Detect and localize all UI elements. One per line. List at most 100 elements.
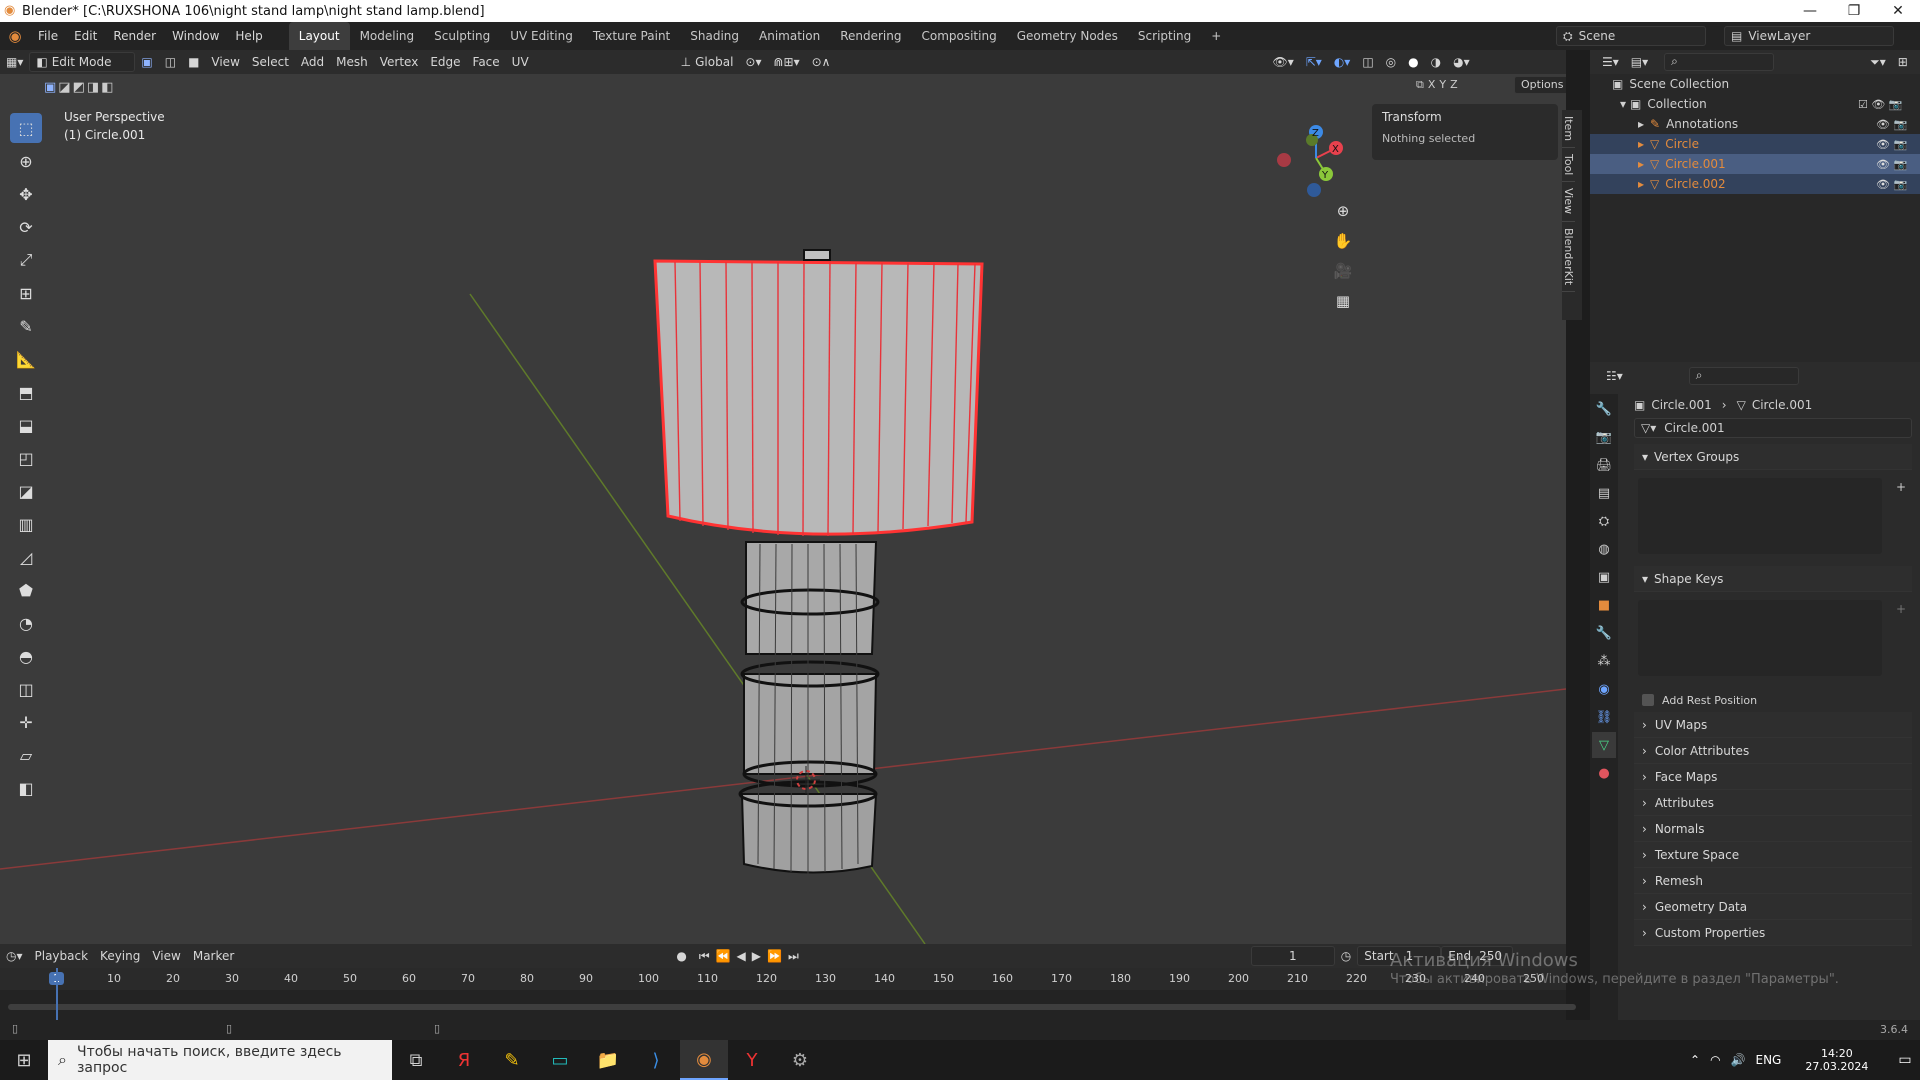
tab-view[interactable]: View <box>1562 182 1575 222</box>
panel-texture-space[interactable]: › Texture Space <box>1634 842 1912 868</box>
extrude-tool-icon[interactable]: ⬓ <box>10 410 42 440</box>
physics-tab-icon[interactable]: ◉ <box>1592 676 1616 702</box>
move-tool-icon[interactable]: ✥ <box>10 179 42 209</box>
outliner-item-circle-002[interactable]: ▸ ▽ Circle.002 👁 📷 <box>1590 174 1920 194</box>
expand-icon[interactable]: ▸ <box>1638 117 1644 131</box>
collection-tab-icon[interactable]: ▣ <box>1592 564 1616 590</box>
loop-cut-tool-icon[interactable]: ▥ <box>10 509 42 539</box>
tab-rendering[interactable]: Rendering <box>830 22 911 50</box>
orientation-selector[interactable]: ⊥ Global <box>675 52 740 72</box>
notifications-icon[interactable]: ▭ <box>1898 1052 1911 1068</box>
menu-render[interactable]: Render <box>105 22 164 50</box>
rotate-tool-icon[interactable]: ⟳ <box>10 212 42 242</box>
add-rest-position-checkbox[interactable] <box>1642 694 1654 706</box>
view-layer-tab-icon[interactable]: ▤ <box>1592 480 1616 506</box>
tab-shading[interactable]: Shading <box>680 22 749 50</box>
menu-edit[interactable]: Edit <box>66 22 105 50</box>
panel-uv-maps[interactable]: › UV Maps <box>1634 712 1912 738</box>
timeline-track[interactable] <box>0 990 1576 1010</box>
expand-icon[interactable]: ▸ <box>1638 157 1644 171</box>
taskbar-search-box[interactable]: ⌕ Чтобы начать поиск, введите здесь запр… <box>48 1040 392 1080</box>
cursor-tool-icon[interactable]: ⊕ <box>10 146 42 176</box>
clock[interactable]: 14:20 27.03.2024 <box>1805 1047 1868 1073</box>
timeline-editor-icon[interactable]: ◷▾ <box>0 946 29 966</box>
zoom-icon[interactable]: ⊕ <box>1330 196 1356 226</box>
panel-geometry-data[interactable]: › Geometry Data <box>1634 894 1912 920</box>
outliner-collection[interactable]: ▾ ▣ Collection ☑ 👁 📷 <box>1590 94 1920 114</box>
gizmo-toggle-icon[interactable]: ⇱▾ <box>1300 52 1328 72</box>
panel-remesh[interactable]: › Remesh <box>1634 868 1912 894</box>
panel-custom-properties[interactable]: › Custom Properties <box>1634 920 1912 946</box>
tab-texture-paint[interactable]: Texture Paint <box>583 22 680 50</box>
tab-modeling[interactable]: Modeling <box>350 22 425 50</box>
display-mode-icon[interactable]: ▤▾ <box>1625 52 1654 72</box>
timeline-scrollbar[interactable] <box>8 1004 1576 1010</box>
menu-select[interactable]: Select <box>246 52 295 72</box>
pan-hand-icon[interactable]: ✋ <box>1330 226 1356 256</box>
mesh-data-tab-icon[interactable]: ▽ <box>1592 732 1616 758</box>
tab-scripting[interactable]: Scripting <box>1128 22 1201 50</box>
outliner-item-circle-001[interactable]: ▸ ▽ Circle.001 👁 📷 <box>1590 154 1920 174</box>
tab-uv-editing[interactable]: UV Editing <box>500 22 583 50</box>
shrink-fatten-tool-icon[interactable]: ✛ <box>10 707 42 737</box>
vertex-groups-panel[interactable]: ▾ Vertex Groups <box>1634 444 1912 470</box>
axis-x-button[interactable]: X <box>1428 78 1436 92</box>
transform-title[interactable]: Transform <box>1372 104 1558 130</box>
shading-solid-icon[interactable]: ● <box>1402 52 1424 72</box>
measure-tool-icon[interactable]: 📐 <box>10 344 42 374</box>
tab-layout[interactable]: Layout <box>288 22 350 50</box>
menu-uv[interactable]: UV <box>506 52 535 72</box>
3d-viewport[interactable]: User Perspective (1) Circle.001 X Y Z ⊕ … <box>0 74 1566 944</box>
language-indicator[interactable]: ENG <box>1756 1053 1782 1067</box>
select-tool-icon[interactable]: ⬚ <box>10 113 42 143</box>
add-workspace-button[interactable]: + <box>1201 22 1231 50</box>
rip-tool-icon[interactable]: ◧ <box>10 773 42 803</box>
editor-type-icon[interactable]: ▦▾ <box>0 52 29 72</box>
panel-color-attributes[interactable]: › Color Attributes <box>1634 738 1912 764</box>
auto-key-icon[interactable]: ● <box>670 946 692 966</box>
select-intersect-icon[interactable]: ◧ <box>101 80 113 95</box>
tab-geometry-nodes[interactable]: Geometry Nodes <box>1007 22 1128 50</box>
select-invert-icon[interactable]: ◨ <box>87 80 99 95</box>
view-layer-selector[interactable]: ▤ ViewLayer <box>1724 26 1894 46</box>
volume-icon[interactable]: 🔊 <box>1731 1053 1746 1067</box>
transform-tool-icon[interactable]: ⊞ <box>10 278 42 308</box>
spin-tool-icon[interactable]: ◔ <box>10 608 42 638</box>
scene-selector[interactable]: ⛭ Scene <box>1556 26 1706 46</box>
menu-playback[interactable]: Playback <box>29 946 95 966</box>
expand-icon[interactable]: ▸ <box>1638 137 1644 151</box>
visibility-icon[interactable]: 👁 📷 <box>1876 158 1907 171</box>
panel-face-maps[interactable]: › Face Maps <box>1634 764 1912 790</box>
vscode-icon[interactable]: ⟩ <box>632 1040 680 1080</box>
tab-compositing[interactable]: Compositing <box>911 22 1006 50</box>
tab-tool[interactable]: Tool <box>1562 148 1575 183</box>
menu-mesh[interactable]: Mesh <box>330 52 374 72</box>
wifi-icon[interactable]: ◠ <box>1710 1053 1720 1067</box>
shape-keys-panel[interactable]: ▾ Shape Keys <box>1634 566 1912 592</box>
menu-marker[interactable]: Marker <box>187 946 240 966</box>
face-select-icon[interactable]: ■ <box>182 52 205 72</box>
minimize-button[interactable]: — <box>1788 0 1832 22</box>
menu-face[interactable]: Face <box>467 52 506 72</box>
menu-keying[interactable]: Keying <box>94 946 146 966</box>
inset-tool-icon[interactable]: ◰ <box>10 443 42 473</box>
shape-keys-list[interactable] <box>1638 600 1882 676</box>
particles-tab-icon[interactable]: ⁂ <box>1592 648 1616 674</box>
shading-rendered-icon[interactable]: ◕▾ <box>1447 52 1476 72</box>
shading-material-icon[interactable]: ◑ <box>1425 52 1447 72</box>
add-cube-tool-icon[interactable]: ⬒ <box>10 377 42 407</box>
blender-menu-icon[interactable]: ◉ <box>0 27 30 45</box>
menu-edge[interactable]: Edge <box>424 52 466 72</box>
filter-icon[interactable]: ⏷▾ <box>1864 52 1892 72</box>
select-new-icon[interactable]: ▣ <box>44 80 56 95</box>
shading-wireframe-icon[interactable]: ◎ <box>1380 52 1402 72</box>
visibility-icon[interactable]: 👁 📷 <box>1876 138 1907 151</box>
scene-tab-icon[interactable]: ⛭ <box>1592 508 1616 534</box>
terminal-icon[interactable]: ▭ <box>536 1040 584 1080</box>
menu-vertex[interactable]: Vertex <box>374 52 425 72</box>
select-extend-icon[interactable]: ◪ <box>58 80 70 95</box>
yandex-browser-icon[interactable]: Y <box>728 1040 776 1080</box>
task-view-icon[interactable]: ⧉ <box>392 1040 440 1080</box>
pivot-icon[interactable]: ⊙▾ <box>739 52 767 72</box>
mode-selector[interactable]: ◧ Edit Mode <box>29 52 136 72</box>
